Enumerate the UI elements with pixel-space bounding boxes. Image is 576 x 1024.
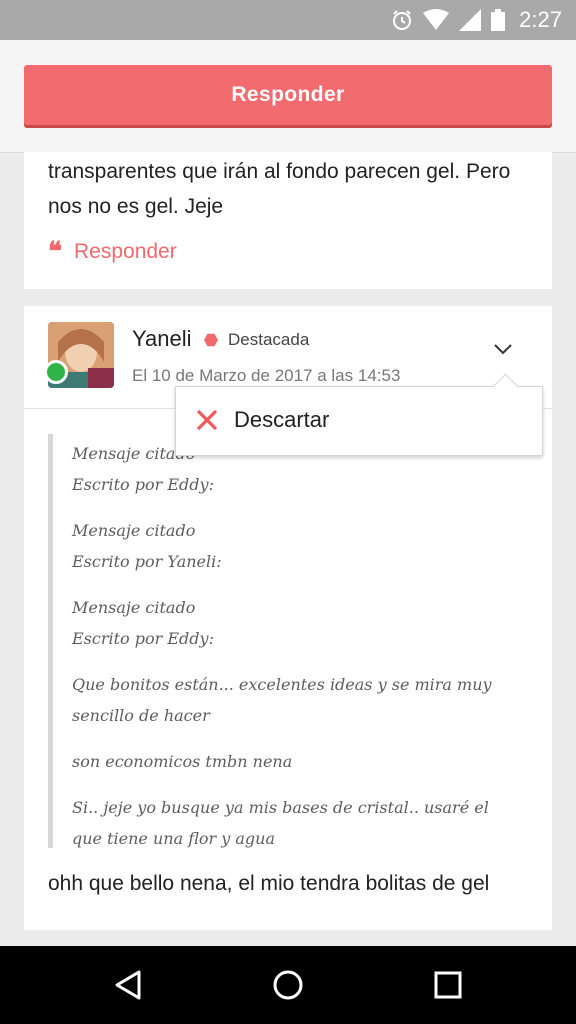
- wifi-icon: [423, 9, 450, 30]
- chevron-down-icon[interactable]: [492, 338, 514, 360]
- quote-icon: ❝: [48, 237, 62, 267]
- quote-line: Mensaje citado Escrito por Eddy:: [72, 598, 214, 648]
- home-icon[interactable]: [271, 968, 305, 1002]
- comment-text: transparentes que irán al fondo parecen …: [48, 160, 511, 218]
- discard-menu-item[interactable]: Descartar: [194, 407, 329, 433]
- reply-label: Responder: [74, 240, 177, 263]
- featured-badge: Destacada: [204, 330, 309, 350]
- alarm-icon: [393, 10, 412, 30]
- online-status-indicator: [44, 360, 68, 384]
- author-name[interactable]: Yaneli: [132, 326, 192, 352]
- quote-line: Mensaje citado Escrito por Yaneli:: [72, 521, 222, 571]
- reply-link[interactable]: ❝ Responder: [48, 237, 177, 267]
- status-bar: 2:27: [0, 0, 576, 40]
- top-action-bar: Responder: [0, 40, 576, 153]
- back-icon[interactable]: [111, 968, 145, 1002]
- comment-date: El 10 de Marzo de 2017 a las 14:53: [132, 366, 401, 385]
- quote-line: Que bonitos están... excelentes ideas y …: [72, 675, 492, 725]
- discard-label: Descartar: [234, 407, 330, 432]
- quoted-message: Mensaje citado Escrito por Eddy: Mensaje…: [48, 434, 533, 848]
- respond-button[interactable]: Responder: [24, 65, 552, 125]
- signal-icon: [459, 9, 482, 31]
- recents-icon[interactable]: [431, 968, 465, 1002]
- status-time: 2:27: [519, 7, 562, 32]
- comment-text: ohh que bello nena, el mio tendra bolita…: [48, 872, 490, 895]
- quote-line: Si.. jeje yo busque ya mis bases de cris…: [72, 798, 489, 848]
- hexagon-icon: [204, 333, 218, 347]
- battery-icon: [491, 9, 506, 31]
- navigation-bar: [0, 946, 576, 1024]
- close-icon: [196, 409, 218, 431]
- comment-options-menu: Descartar: [175, 373, 543, 456]
- quote-line: son economicos tmbn nena: [72, 752, 293, 771]
- badge-label: Destacada: [228, 330, 310, 349]
- previous-comment-card: transparentes que irán al fondo parecen …: [24, 152, 552, 289]
